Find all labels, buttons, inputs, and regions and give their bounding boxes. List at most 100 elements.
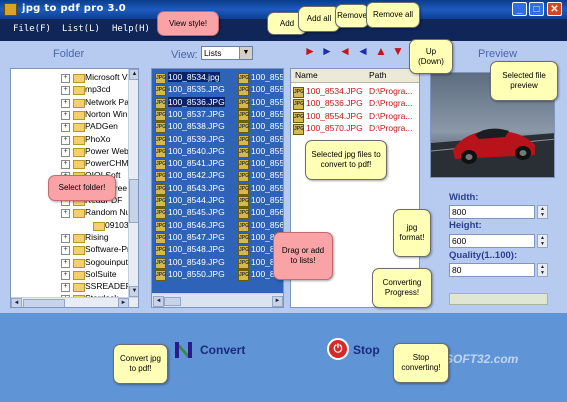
scroll-thumb[interactable] xyxy=(23,299,65,307)
expand-icon[interactable]: + xyxy=(61,283,70,293)
expand-icon[interactable]: + xyxy=(61,270,70,280)
preview-panel-title: Preview xyxy=(478,48,518,60)
maximize-button[interactable]: □ xyxy=(529,2,544,16)
move-up-icon[interactable]: ▲ xyxy=(375,45,387,57)
selected-row[interactable]: JPG 100_8534.JPG D:\Progra... xyxy=(293,86,419,98)
selected-row[interactable]: JPG 100_8570.JPG D:\Progra... xyxy=(293,123,419,135)
expand-icon[interactable]: + xyxy=(61,110,70,120)
expand-icon[interactable]: + xyxy=(61,123,70,133)
jpg-file-icon: JPG xyxy=(238,109,249,121)
tooltip-stop-converting: Stop converting! xyxy=(393,343,449,383)
scroll-left-icon[interactable]: ◄ xyxy=(11,298,22,307)
expand-icon[interactable]: + xyxy=(61,74,70,83)
add-all-arrow-icon[interactable]: ► xyxy=(321,45,333,57)
folder-icon xyxy=(73,123,85,133)
tooltip-selected-preview: Selected file preview xyxy=(490,61,558,101)
jpg-file-icon: JPG xyxy=(155,196,166,207)
folder-icon xyxy=(73,233,85,243)
jpg-file-icon: JPG xyxy=(238,134,249,146)
folder-icon xyxy=(73,258,85,268)
jpg-file-icon: JPG xyxy=(155,134,166,146)
jpg-file-icon: JPG xyxy=(293,87,304,98)
file-name: 100_855 xyxy=(251,195,284,205)
close-button[interactable]: ✕ xyxy=(547,2,562,16)
scroll-thumb[interactable] xyxy=(129,179,138,223)
column-header-name[interactable]: Name xyxy=(291,69,370,83)
selected-row[interactable]: JPG 100_8554.JPG D:\Progra... xyxy=(293,111,419,123)
tree-item-label: SSREADER xyxy=(85,281,132,292)
height-spinner[interactable]: ▲ ▼ xyxy=(537,234,548,248)
tooltip-view-style: View style! xyxy=(157,11,219,36)
width-spinner[interactable]: ▲ ▼ xyxy=(537,205,548,219)
expand-icon[interactable]: + xyxy=(61,160,70,170)
file-name: 100_8538.JPG xyxy=(168,121,225,132)
scroll-left-icon[interactable]: ◄ xyxy=(153,296,164,307)
stop-button[interactable]: Stop xyxy=(353,343,380,357)
add-arrow-icon[interactable]: ► xyxy=(304,45,316,57)
file-list[interactable]: JPG 100_857 JPG 100_8550.JPG JPG 100_856 JPG 10… xyxy=(151,68,284,308)
tooltip-converting: Converting Progress! xyxy=(372,268,432,308)
width-input[interactable]: 800 xyxy=(449,205,535,219)
tree-item-label: SolSuite xyxy=(85,268,117,279)
jpg-file-icon: JPG xyxy=(155,183,166,195)
scroll-right-icon[interactable]: ► xyxy=(118,298,129,307)
quality-input[interactable]: 80 xyxy=(449,263,535,277)
file-name: 100_855 xyxy=(251,158,284,169)
file-name: 100_8549.JPG xyxy=(168,256,225,267)
jpg-file-icon: JPG xyxy=(293,123,304,135)
menu-help[interactable]: Help(H) xyxy=(112,24,150,34)
file-name: 100_855 xyxy=(251,133,284,144)
scroll-right-icon[interactable]: ► xyxy=(272,296,283,307)
convert-icon[interactable] xyxy=(173,339,195,361)
jpg-file-icon: JPG xyxy=(238,269,249,281)
move-down-icon[interactable]: ▼ xyxy=(392,45,404,57)
scroll-thumb[interactable] xyxy=(164,297,181,306)
expand-icon[interactable]: + xyxy=(61,147,70,157)
chevron-down-icon[interactable]: ▼ xyxy=(239,47,252,59)
view-style-select[interactable]: Lists ▼ xyxy=(201,46,253,60)
minimize-button[interactable]: _ xyxy=(512,2,527,16)
selected-file-path: D:\Progra... xyxy=(369,98,413,109)
expand-icon[interactable]: + xyxy=(61,246,70,256)
jpg-file-icon: JPG xyxy=(155,159,166,171)
tooltip-jpg-format: jpg format! xyxy=(393,209,431,257)
remove-arrow-icon[interactable]: ◄ xyxy=(339,45,351,57)
scroll-down-icon[interactable]: ▼ xyxy=(129,286,138,297)
folder-vscrollbar[interactable]: ▲ ▼ xyxy=(128,69,138,297)
expand-icon[interactable]: + xyxy=(61,86,70,96)
scroll-up-icon[interactable]: ▲ xyxy=(129,69,138,80)
tooltip-select-folder: Select folder! xyxy=(48,175,116,201)
expand-icon[interactable]: + xyxy=(61,258,70,268)
file-name: 100_855 xyxy=(251,170,284,181)
expand-icon[interactable]: + xyxy=(61,135,70,145)
expand-icon[interactable]: + xyxy=(61,233,70,243)
stop-icon[interactable]: ⏻ xyxy=(327,338,349,360)
remove-all-arrow-icon[interactable]: ◄ xyxy=(357,45,369,57)
folder-icon xyxy=(73,86,85,96)
selected-file-name: 100_8534.JPG xyxy=(306,86,363,96)
folder-hscrollbar[interactable]: ◄ ► xyxy=(11,297,138,307)
convert-button[interactable]: Convert xyxy=(200,343,245,357)
conversion-progress-bar xyxy=(449,293,548,305)
quality-spinner[interactable]: ▲ ▼ xyxy=(537,263,548,277)
expand-icon[interactable]: + xyxy=(61,209,70,219)
menu-list[interactable]: List(L) xyxy=(62,24,100,34)
height-input[interactable]: 600 xyxy=(449,234,535,248)
selected-file-name: 100_8554.JPG xyxy=(306,110,363,121)
file-name: 100_855 xyxy=(251,121,284,132)
file-name: 100_8545.JPG xyxy=(168,207,225,218)
tree-item-label: mp3cd xyxy=(85,84,111,95)
expand-icon[interactable]: + xyxy=(61,98,70,108)
menu-file[interactable]: File(F) xyxy=(13,24,51,34)
jpg-file-icon: JPG xyxy=(238,196,249,207)
file-name: 100_8537.JPG xyxy=(168,108,225,119)
width-label: Width: xyxy=(449,192,479,203)
file-name: 100_855 xyxy=(251,96,284,107)
jpg-file-icon: JPG xyxy=(238,208,249,220)
selected-row[interactable]: JPG 100_8536.JPG D:\Progra... xyxy=(293,98,419,111)
jpg-file-icon: JPG xyxy=(155,97,166,109)
folder-icon xyxy=(73,283,85,293)
file-list-hscrollbar[interactable]: ◄ ► xyxy=(152,293,283,307)
tree-item-label: Norton WinD xyxy=(85,108,134,119)
tree-item-label: Network Pas xyxy=(85,96,134,107)
